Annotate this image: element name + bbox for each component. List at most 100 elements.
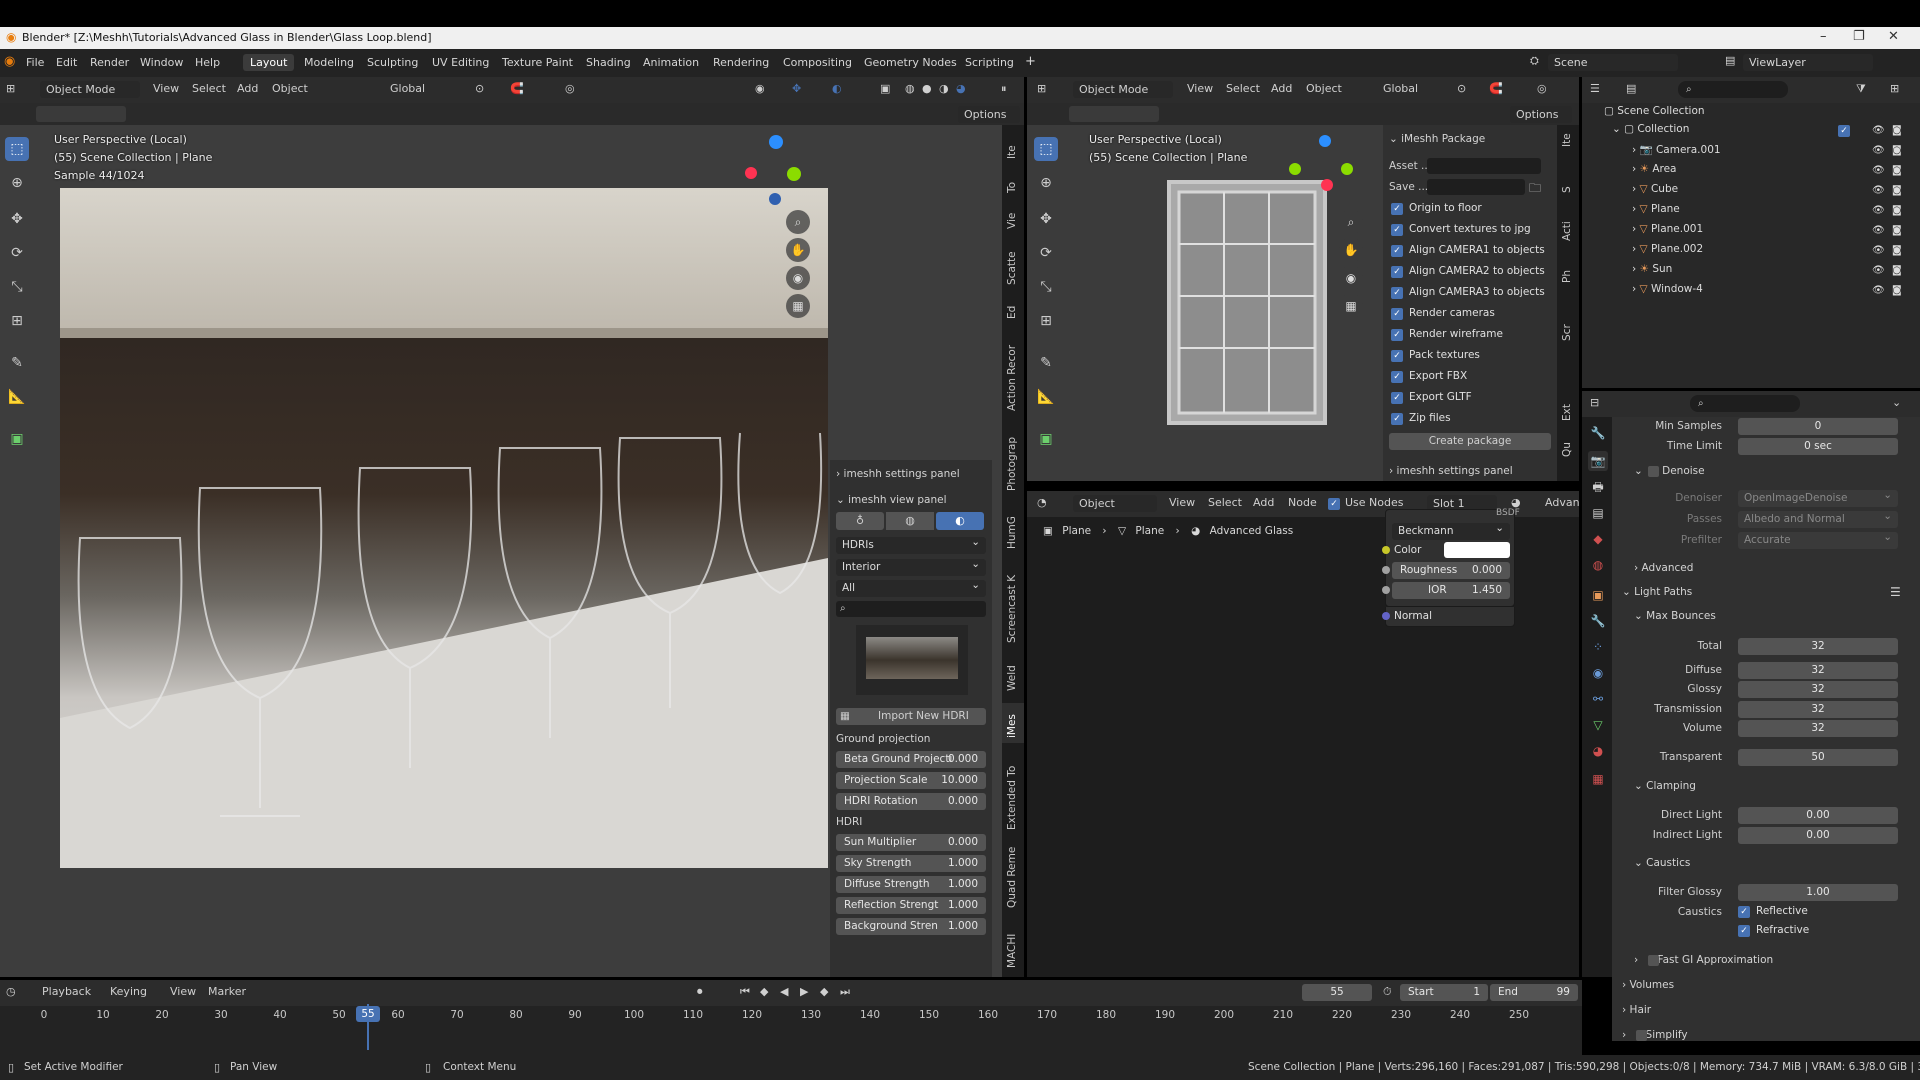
next-keyframe-icon[interactable]: ◆ [820,985,828,998]
texture-tab-icon[interactable]: ▦ [1588,769,1608,789]
menu-select[interactable]: Select [1226,82,1260,95]
transform-tool[interactable]: ⊞ [5,309,29,333]
side-tab-quad[interactable]: Qu [1561,442,1573,457]
render-tab-icon[interactable]: 📷 [1588,451,1608,471]
direct-light-field[interactable]: 0.00 [1738,807,1898,824]
camera-view-icon[interactable]: ◉ [1339,266,1363,290]
side-tab-humgen[interactable]: HumG [1006,516,1018,549]
menu-file[interactable]: File [26,56,44,69]
menu-marker[interactable]: Marker [208,985,246,998]
editor-type-icon[interactable]: ⊟ [1590,396,1599,409]
use-nodes-checkbox[interactable]: ✓ [1328,498,1340,510]
glossy-bounces-field[interactable]: 32 [1738,681,1898,698]
measure-tool[interactable]: 📐 [1034,385,1058,409]
ortho-grid-icon[interactable]: ▦ [786,294,810,318]
refractive-checkbox[interactable]: ✓ [1738,925,1750,937]
menu-object[interactable]: Object [272,82,308,95]
side-tab-extended-tools[interactable]: Extended To [1006,766,1018,830]
material-tab-icon[interactable]: ◕ [1588,741,1608,761]
roughness-field[interactable]: Roughness 0.000 [1392,562,1510,579]
tab-shading[interactable]: Shading [579,54,638,71]
glass-bsdf-node[interactable]: BSDF Beckmann Color Roughness0.000 IOR1.… [1382,508,1520,607]
background-strength-field[interactable]: Background Stren 1.000 [836,918,986,935]
view-layer-tab-icon[interactable]: ▤ [1588,503,1608,523]
options-dropdown[interactable]: Options [958,106,1020,123]
color-socket[interactable] [1382,546,1390,554]
max-bounces-section[interactable]: ⌄ Max Bounces [1634,610,1716,622]
cursor-tool[interactable]: ⊕ [1034,171,1058,195]
create-package-button[interactable]: Create package [1389,433,1551,450]
denoiser-dropdown[interactable]: OpenImageDenoise [1738,487,1898,507]
fast-gi-section[interactable]: › Fast GI Approximation [1634,954,1773,966]
transparent-bounces-field[interactable]: 50 [1738,749,1898,766]
visibility-eye-icon[interactable]: 👁 [1872,165,1885,176]
visibility-eye-icon[interactable]: 👁 [1872,265,1885,276]
import-hdri-button[interactable]: ▦ Import New HDRI [836,708,986,725]
outliner-item-sun[interactable]: › ☀ Sun [1632,263,1912,279]
passes-dropdown[interactable]: Albedo and Normal [1738,508,1898,528]
proportional-icon[interactable]: ◎ [1537,82,1547,95]
zoom-icon[interactable]: ⌕ [786,210,810,234]
breadcrumb-object[interactable]: Plane [1062,525,1091,537]
normal-socket[interactable] [1382,612,1390,620]
particles-tab-icon[interactable]: ⁘ [1588,637,1608,657]
add-cube-tool[interactable]: ▣ [1034,427,1058,451]
breadcrumb-mesh[interactable]: Plane [1135,525,1164,537]
side-tab-extended[interactable]: Ext [1561,404,1573,421]
scale-tool[interactable]: ⤡ [1034,275,1058,299]
reflection-strength-field[interactable]: Reflection Strengt 1.000 [836,897,986,914]
window-model[interactable] [1167,180,1327,425]
visibility-eye-icon[interactable]: 👁 [1872,125,1885,136]
select-mode-buttons[interactable] [36,106,126,122]
shading-solid-icon[interactable]: ● [922,82,932,95]
render-camera-icon[interactable]: ◙ [1892,185,1902,196]
annotate-tool[interactable]: ✎ [5,351,29,375]
roughness-socket[interactable] [1382,566,1390,574]
menu-add[interactable]: Add [1271,82,1292,95]
zoom-icon[interactable]: ⌕ [1339,210,1363,234]
projection-scale-field[interactable]: Projection Scale 10.000 [836,772,986,789]
export-gltf-checkbox[interactable]: ✓ [1391,392,1403,404]
category-dropdown[interactable]: HDRIs [836,534,986,554]
visibility-eye-icon[interactable]: 👁 [1872,285,1885,296]
hair-section[interactable]: › Hair [1622,1004,1651,1016]
editor-type-icon[interactable]: ◷ [6,985,16,998]
outliner-item-area[interactable]: › ☀ Area [1632,163,1912,179]
menu-edit[interactable]: Edit [56,56,77,69]
jump-end-icon[interactable]: ⏭ [840,985,850,999]
editor-type-icon[interactable]: ☰ [1590,82,1600,95]
filter-icon[interactable]: ⧩ [1856,82,1866,96]
menu-render[interactable]: Render [90,56,129,69]
tab-rendering[interactable]: Rendering [706,54,776,71]
hdri-rotation-field[interactable]: HDRI Rotation 0.000 [836,793,986,810]
volumes-section[interactable]: › Volumes [1622,979,1674,991]
scene-tab-icon[interactable]: ◆ [1588,529,1608,549]
scene-selector[interactable]: Scene [1548,54,1678,71]
fast-gi-checkbox[interactable] [1648,955,1659,966]
zip-files-checkbox[interactable]: ✓ [1391,413,1403,425]
menu-view[interactable]: View [1187,82,1213,95]
snap-icon[interactable]: 🧲 [510,82,524,95]
asset-search-input[interactable]: ⌕ [836,601,986,617]
close-button[interactable]: ✕ [1888,29,1899,44]
visibility-eye-icon[interactable]: 👁 [1872,185,1885,196]
scene-collection-row[interactable]: ▢ Scene Collection [1604,105,1705,121]
side-tab-action[interactable]: Acti [1561,221,1573,241]
editor-type-icon[interactable]: ⊞ [1037,82,1046,95]
axis-neg-y-icon[interactable] [1289,163,1301,175]
menu-view[interactable]: View [153,82,179,95]
beta-ground-field[interactable]: Beta Ground Projecti 0.000 [836,751,986,768]
measure-tool[interactable]: 📐 [5,385,29,409]
axis-neg-z-icon[interactable] [769,193,781,205]
render-camera-icon[interactable]: ◙ [1892,205,1902,216]
node-editor-canvas[interactable]: ▣ Plane › ▽ Plane › ◕ Advanced Glass BSD… [1027,508,1579,977]
tab-animation[interactable]: Animation [636,54,706,71]
filter-glossy-field[interactable]: 1.00 [1738,884,1898,901]
side-tab-view[interactable]: Vie [1006,213,1018,229]
outliner-item-plane-002[interactable]: › ▽ Plane.002 [1632,243,1912,259]
imeshh-settings-header[interactable]: › imeshh settings panel [836,468,960,480]
asset-path-input[interactable] [1427,158,1541,174]
xray-icon[interactable]: ▣ [880,82,890,95]
render-camera-icon[interactable]: ◙ [1892,265,1902,276]
color-swatch[interactable] [1444,542,1510,558]
